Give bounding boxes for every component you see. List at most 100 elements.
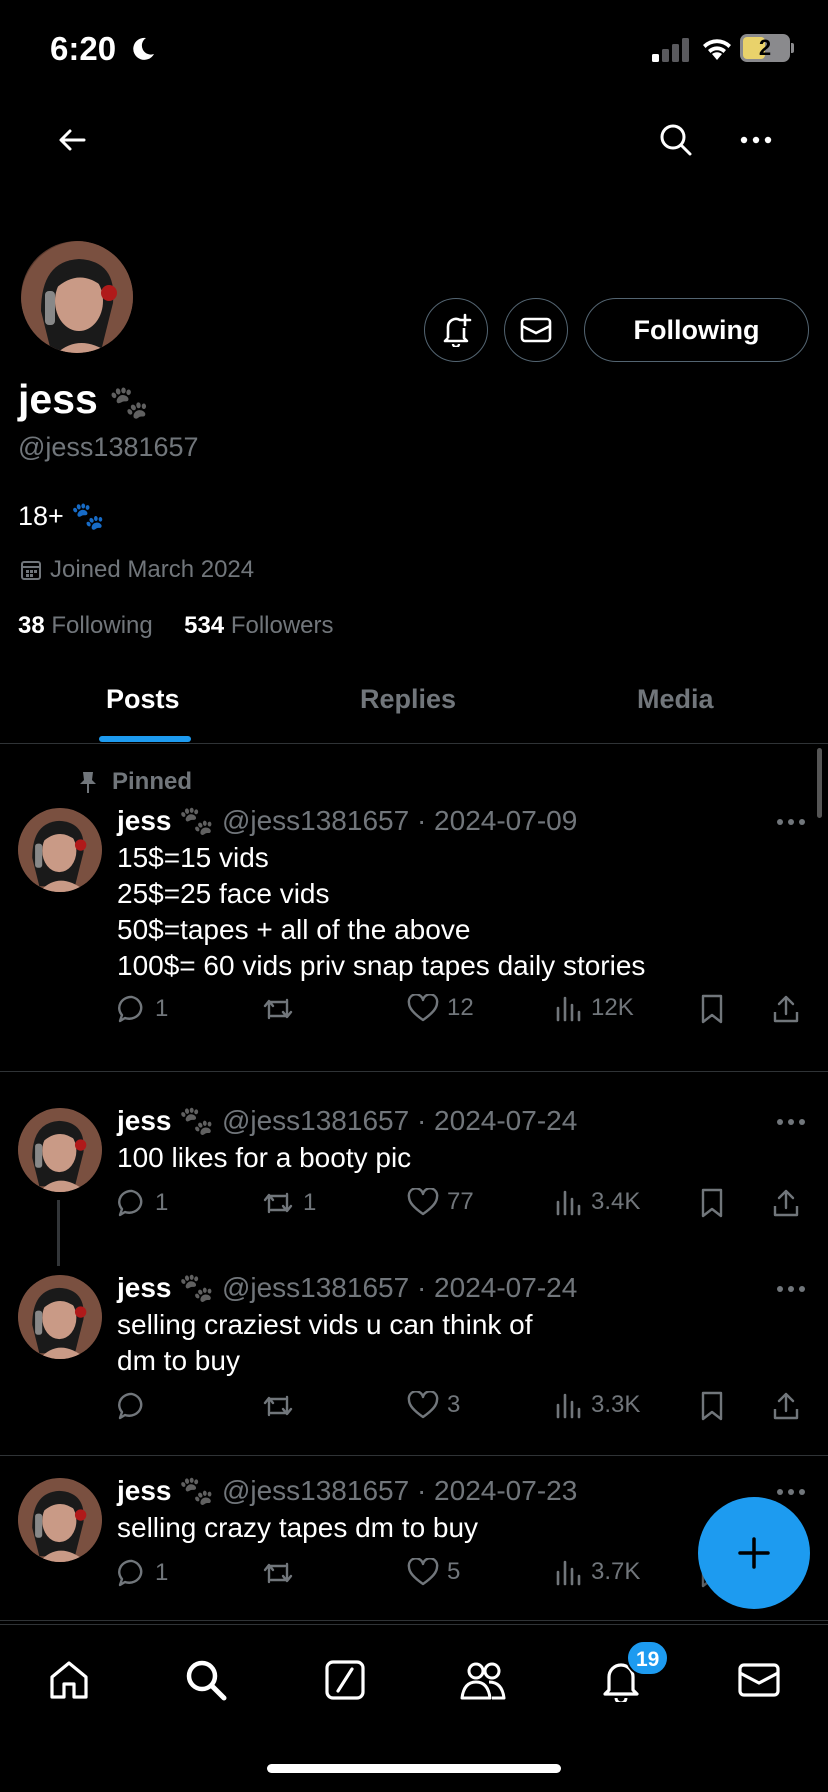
home-indicator[interactable]	[267, 1764, 561, 1773]
bell-plus-icon	[443, 313, 472, 347]
following-link[interactable]: 38 Following	[18, 612, 153, 639]
post-text: selling crazy tapes dm to buy	[117, 1512, 479, 1543]
people-icon	[460, 1662, 506, 1700]
post-actions: 1 1 77 3.4K	[117, 1188, 817, 1228]
plus-icon	[738, 1537, 770, 1569]
reply-button[interactable]: 1	[117, 1188, 168, 1218]
post-more-icon[interactable]	[776, 1285, 806, 1293]
post-header: jess 🐾 @jess1381657 · 2024-07-09	[117, 805, 578, 836]
grok-icon	[325, 1660, 365, 1700]
views-button[interactable]: 3.7K	[555, 1558, 640, 1586]
repost-button[interactable]	[261, 994, 295, 1024]
tab-communities[interactable]	[455, 1652, 511, 1708]
search-icon	[186, 1660, 227, 1701]
share-icon	[773, 995, 799, 1023]
heart-icon	[407, 1188, 439, 1216]
like-button[interactable]: 12	[407, 994, 474, 1022]
post-text: 15$=15 vids 25$=25 face vids 50$=tapes +…	[117, 842, 646, 981]
views-count: 3.3K	[591, 1391, 641, 1418]
post-avatar[interactable]	[18, 1275, 102, 1359]
calendar-icon	[21, 561, 41, 580]
like-count: 3	[447, 1391, 461, 1418]
post-avatar[interactable]	[18, 1108, 102, 1192]
like-button[interactable]: 5	[407, 1558, 460, 1586]
post-actions: 1 12 12K	[117, 994, 817, 1034]
reply-button[interactable]: 1	[117, 994, 168, 1024]
post-avatar[interactable]	[18, 808, 102, 892]
repost-icon	[263, 1562, 293, 1584]
share-button[interactable]	[772, 1188, 800, 1218]
envelope-icon	[520, 317, 552, 343]
share-button[interactable]	[772, 994, 800, 1024]
reply-count: 1	[155, 1559, 169, 1586]
moon-icon	[133, 37, 154, 60]
views-button[interactable]: 12K	[555, 994, 634, 1022]
active-tab-indicator	[99, 736, 191, 742]
post-header: jess 🐾 @jess1381657 · 2024-07-24	[117, 1272, 578, 1303]
views-chart-icon	[556, 1393, 581, 1419]
reply-icon	[118, 1392, 143, 1420]
profile-handle: @jess1381657	[18, 432, 199, 462]
bookmark-button[interactable]	[699, 1391, 725, 1421]
repost-icon	[263, 1192, 293, 1214]
wifi-icon	[703, 39, 731, 60]
share-icon	[773, 1189, 799, 1217]
repost-button[interactable]	[261, 1558, 295, 1588]
status-bar: 6:20 2	[0, 0, 828, 100]
profile-display-name: jess 🐾	[18, 376, 150, 422]
tab-messages[interactable]	[731, 1652, 787, 1708]
post-more-icon[interactable]	[776, 818, 806, 826]
post-actions: 3 3.3K	[117, 1391, 817, 1431]
reply-button[interactable]: 1	[117, 1558, 168, 1588]
tab-home[interactable]	[41, 1652, 97, 1708]
views-chart-icon	[556, 1560, 581, 1586]
search-button[interactable]	[652, 116, 700, 164]
heart-icon	[407, 1558, 439, 1586]
like-count: 12	[447, 994, 474, 1021]
post-more-icon[interactable]	[776, 1118, 806, 1126]
tab-posts[interactable]: Posts	[106, 684, 180, 715]
views-button[interactable]: 3.3K	[555, 1391, 640, 1419]
views-count: 3.7K	[591, 1558, 641, 1585]
post-text: selling craziest vids u can think of dm …	[117, 1309, 533, 1376]
bookmark-button[interactable]	[699, 994, 725, 1024]
reply-icon	[118, 995, 143, 1023]
bookmark-button[interactable]	[699, 1188, 725, 1218]
notify-button[interactable]	[424, 298, 488, 362]
envelope-icon	[738, 1663, 780, 1697]
like-button[interactable]: 77	[407, 1188, 474, 1216]
scrollbar[interactable]	[817, 748, 822, 818]
joined-date: Joined March 2024	[20, 556, 254, 584]
compose-post-button[interactable]	[698, 1497, 810, 1609]
battery-indicator: 2	[740, 34, 790, 62]
views-chart-icon	[556, 1190, 581, 1216]
more-options-button[interactable]	[732, 116, 780, 164]
tab-grok[interactable]	[317, 1652, 373, 1708]
thread-connector	[57, 1200, 60, 1266]
repost-icon	[263, 998, 293, 1020]
post-more-icon[interactable]	[776, 1488, 806, 1496]
like-button[interactable]: 3	[407, 1391, 460, 1419]
share-button[interactable]	[772, 1391, 800, 1421]
following-button[interactable]: Following	[584, 298, 809, 362]
repost-count: 1	[303, 1189, 317, 1216]
message-button[interactable]	[504, 298, 568, 362]
reply-icon	[118, 1559, 143, 1587]
like-count: 5	[447, 1558, 461, 1585]
home-icon	[50, 1661, 88, 1699]
profile-avatar[interactable]	[18, 238, 136, 356]
tab-explore[interactable]	[178, 1652, 234, 1708]
reply-button[interactable]	[117, 1391, 147, 1421]
followers-link[interactable]: 534 Followers	[184, 612, 333, 639]
post-avatar[interactable]	[18, 1478, 102, 1562]
notifications-badge: 19	[626, 1640, 670, 1676]
tab-media[interactable]: Media	[637, 684, 714, 715]
bookmark-icon	[701, 994, 723, 1024]
tab-replies[interactable]: Replies	[360, 684, 456, 715]
views-count: 12K	[591, 994, 634, 1021]
follow-counts: 38 Following 534 Followers	[18, 612, 334, 640]
repost-button[interactable]: 1	[261, 1188, 316, 1218]
views-button[interactable]: 3.4K	[555, 1188, 640, 1216]
repost-button[interactable]	[261, 1391, 295, 1421]
back-button[interactable]	[48, 116, 96, 164]
